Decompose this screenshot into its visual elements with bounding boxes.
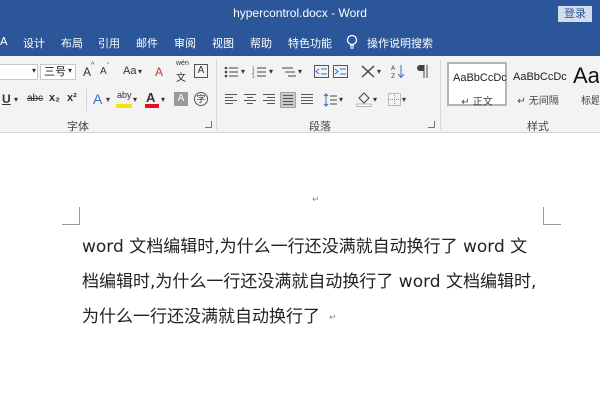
phonetic-guide-button[interactable]: 文 xyxy=(176,69,186,84)
paragraph-mark-header: ↵ xyxy=(312,195,320,205)
document-text-line[interactable]: 档编辑时,为什么一行还没满就自动换行了 word 文档编辑时, xyxy=(82,267,536,292)
style-name: ↵ 正文 xyxy=(461,97,493,108)
margin-corner-top-right xyxy=(543,207,561,225)
chevron-down-icon[interactable]: ▾ xyxy=(402,95,406,104)
tab-references[interactable]: 引用 xyxy=(98,35,120,51)
character-shading-button[interactable]: A xyxy=(174,92,188,106)
highlight-color-swatch xyxy=(116,104,132,108)
margin-corner-top-left xyxy=(62,207,80,225)
align-left-button[interactable] xyxy=(223,92,239,108)
highlight-button[interactable]: aby xyxy=(117,90,132,100)
svg-text:3: 3 xyxy=(252,74,255,78)
font-dialog-launcher-icon[interactable] xyxy=(205,121,212,128)
chevron-down-icon[interactable]: ▾ xyxy=(269,67,273,76)
chevron-down-icon[interactable]: ▾ xyxy=(133,95,137,104)
svg-text:Z: Z xyxy=(391,73,395,79)
align-right-button[interactable] xyxy=(261,92,277,108)
caret-up-icon: ^ xyxy=(91,62,95,69)
chevron-down-icon[interactable]: ▾ xyxy=(161,95,165,104)
group-separator xyxy=(216,60,217,130)
style-name: ↵ 无间隔 xyxy=(517,96,559,107)
tell-me-search[interactable]: 操作说明搜索 xyxy=(367,35,433,51)
shading-bucket-icon[interactable] xyxy=(356,91,372,107)
phonetic-guide-label: wén xyxy=(176,60,189,67)
lightbulb-icon[interactable] xyxy=(345,34,359,50)
strikethrough-button[interactable]: abc xyxy=(27,93,43,104)
subscript-button[interactable]: x₂ xyxy=(49,92,60,104)
svg-text:A: A xyxy=(391,65,396,72)
align-center-button[interactable] xyxy=(242,92,258,108)
group-separator xyxy=(440,60,441,130)
title-bar: hypercontrol.docx - Word 登录 xyxy=(0,0,600,28)
font-group-label: 字体 xyxy=(67,120,89,133)
numbering-icon[interactable]: 1 2 3 xyxy=(252,66,268,78)
font-size-value: 三号 xyxy=(44,65,66,78)
caret-down-small-icon: ˇ xyxy=(107,63,110,70)
style-name: 标题 xyxy=(581,96,600,106)
style-sample: Aa xyxy=(573,63,600,88)
font-color-button[interactable]: A xyxy=(146,90,155,105)
font-color-swatch xyxy=(145,104,159,108)
paragraph-mark-end: ↵ xyxy=(329,313,337,323)
tab-review[interactable]: 审阅 xyxy=(174,35,196,51)
tab-special-features[interactable]: 特色功能 xyxy=(288,35,332,51)
menu-bar: A 设计 布局 引用 邮件 审阅 视图 帮助 特色功能 操作说明搜索 xyxy=(0,28,600,56)
tab-mailings[interactable]: 邮件 xyxy=(136,35,158,51)
document-text-line[interactable]: word 文档编辑时,为什么一行还没满就自动换行了 word 文 xyxy=(82,232,527,257)
sort-icon[interactable]: AZ xyxy=(391,64,405,79)
chevron-down-icon[interactable]: ▾ xyxy=(298,67,302,76)
chevron-down-icon[interactable]: ▾ xyxy=(377,67,381,76)
clear-format-button[interactable]: A xyxy=(155,65,163,79)
window-title: hypercontrol.docx - Word xyxy=(233,6,367,20)
tab-help[interactable]: 帮助 xyxy=(250,35,272,51)
enclose-characters-button[interactable]: 字 xyxy=(194,92,208,106)
chevron-down-icon[interactable]: ▾ xyxy=(241,67,245,76)
chevron-down-icon[interactable]: ▾ xyxy=(68,66,72,75)
document-text-line[interactable]: 为什么一行还没满就自动换行了 xyxy=(82,302,320,327)
chevron-down-icon[interactable]: ▾ xyxy=(106,95,110,104)
paragraph-dialog-launcher-icon[interactable] xyxy=(428,121,435,128)
style-sample: AaBbCcDc xyxy=(453,72,507,84)
increase-indent-icon[interactable] xyxy=(333,65,348,78)
decrease-indent-icon[interactable] xyxy=(314,65,329,78)
chevron-down-icon[interactable]: ▾ xyxy=(14,95,18,104)
show-hide-marks-icon[interactable] xyxy=(417,64,429,79)
chevron-down-icon[interactable]: ▾ xyxy=(138,67,142,76)
style-no-spacing[interactable]: AaBbCcDc ↵ 无间隔 xyxy=(508,62,568,107)
tab-layout[interactable]: 布局 xyxy=(61,35,83,51)
chevron-down-icon[interactable]: ▾ xyxy=(32,66,36,75)
chevron-down-icon[interactable]: ▾ xyxy=(373,95,377,104)
chinese-layout-icon[interactable] xyxy=(360,64,376,79)
change-case-button[interactable]: Aa xyxy=(123,65,136,77)
grow-font-button[interactable]: A xyxy=(83,65,91,79)
styles-group-label: 样式 xyxy=(527,120,549,133)
justify-button[interactable] xyxy=(280,92,296,108)
borders-icon[interactable] xyxy=(388,93,401,106)
style-sample: AaBbCcDc xyxy=(513,71,567,83)
underline-button[interactable]: U xyxy=(2,92,11,106)
character-border-button[interactable]: A xyxy=(194,64,208,78)
tab-start-partial[interactable]: A xyxy=(0,35,8,48)
superscript-button[interactable]: x² xyxy=(67,92,77,104)
style-normal[interactable]: AaBbCcDc ↵ 正文 xyxy=(447,62,507,108)
tab-design[interactable]: 设计 xyxy=(23,35,45,51)
text-effects-button[interactable]: A xyxy=(93,91,102,107)
paragraph-group-label: 段落 xyxy=(309,120,331,133)
document-page[interactable]: ↵ word 文档编辑时,为什么一行还没满就自动换行了 word 文 档编辑时,… xyxy=(0,133,600,400)
ribbon: ▾ 三号 ▾ A ^ A ˇ Aa ▾ A wén 文 A U ▾ abc x₂… xyxy=(0,56,600,133)
chevron-down-icon[interactable]: ▾ xyxy=(339,95,343,104)
line-spacing-icon[interactable] xyxy=(323,93,338,107)
bullets-icon[interactable] xyxy=(224,66,240,78)
login-button[interactable]: 登录 xyxy=(558,6,592,22)
tab-view[interactable]: 视图 xyxy=(212,35,234,51)
distributed-button[interactable] xyxy=(299,92,315,108)
divider xyxy=(86,89,87,111)
style-heading[interactable]: Aa 标题 xyxy=(568,62,600,106)
shrink-font-button[interactable]: A xyxy=(100,66,107,77)
multilevel-list-icon[interactable] xyxy=(281,66,297,78)
